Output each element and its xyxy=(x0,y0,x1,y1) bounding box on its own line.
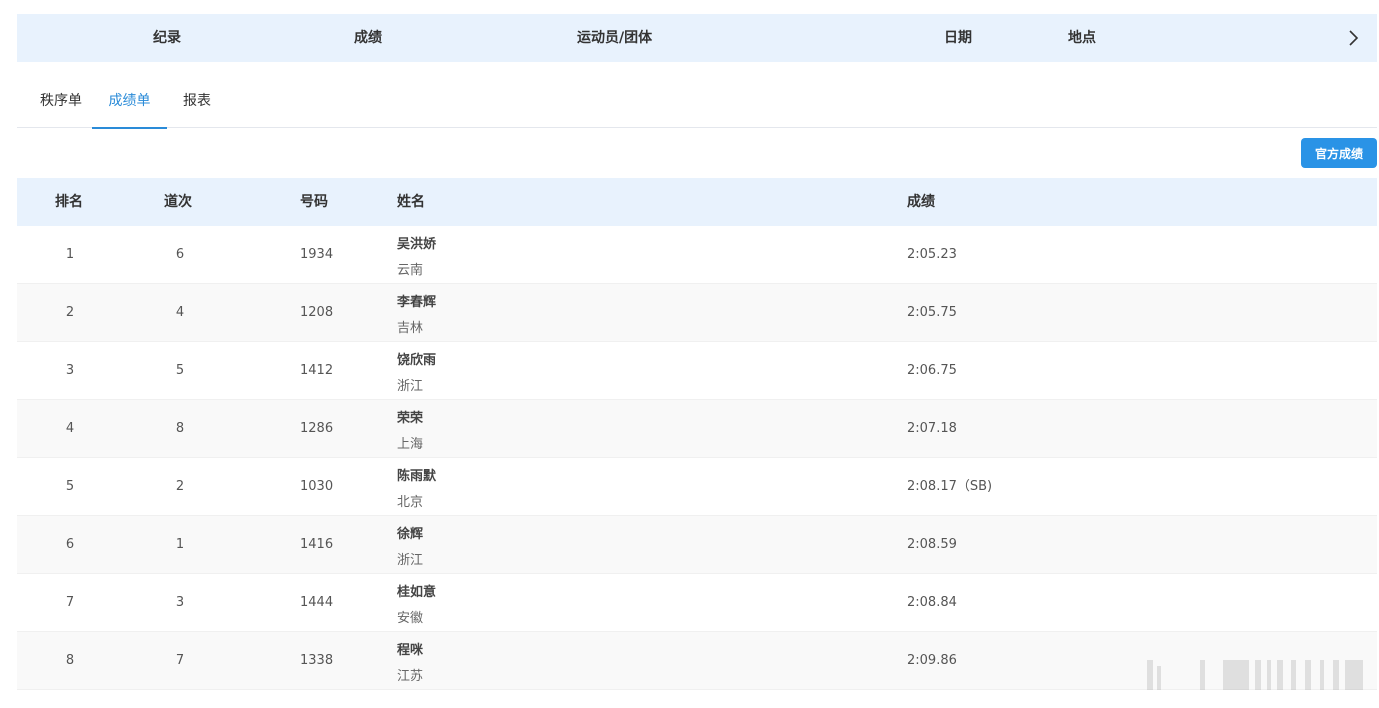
bib-cell: 1208 xyxy=(300,305,334,320)
header-result: 成绩 xyxy=(907,194,935,210)
tab-bar: 秩序单 成绩单 报表 xyxy=(17,80,1377,129)
bib-cell: 1030 xyxy=(300,479,334,494)
results-table-header: 排名 道次 号码 姓名 成绩 xyxy=(17,178,1377,226)
rank-cell: 6 xyxy=(65,537,75,552)
header-rank: 排名 xyxy=(55,194,83,210)
athlete-name: 陈雨默 xyxy=(397,469,437,484)
table-row: 6 1 1416 徐辉浙江 2:08.59 xyxy=(17,516,1377,574)
table-row: 1 6 1934 吴洪娇云南 2:05.23 xyxy=(17,226,1377,284)
result-cell: 2:05.23 xyxy=(907,247,957,262)
result-cell: 2:06.75 xyxy=(907,363,957,378)
records-col-venue: 地点 xyxy=(1068,30,1096,46)
tab-report[interactable]: 报表 xyxy=(177,80,217,128)
athlete-team: 安徽 xyxy=(397,611,424,626)
lane-cell: 4 xyxy=(175,305,185,320)
chevron-right-icon[interactable] xyxy=(1343,28,1363,48)
athlete-name: 荣荣 xyxy=(397,411,424,426)
table-row: 2 4 1208 李春辉吉林 2:05.75 xyxy=(17,284,1377,342)
rank-cell: 7 xyxy=(65,595,75,610)
lane-cell: 2 xyxy=(175,479,185,494)
athlete-team: 吉林 xyxy=(397,321,424,336)
athlete-name: 程咪 xyxy=(397,643,424,658)
result-cell: 2:08.59 xyxy=(907,537,957,552)
rank-cell: 3 xyxy=(65,363,75,378)
bib-cell: 1338 xyxy=(300,653,334,668)
rank-cell: 5 xyxy=(65,479,75,494)
result-cell: 2:08.84 xyxy=(907,595,957,610)
results-table: 排名 道次 号码 姓名 成绩 1 6 1934 吴洪娇云南 2:05.23 2 4 1208 李… xyxy=(17,178,1377,690)
bib-cell: 1934 xyxy=(300,247,334,262)
athlete-team: 浙江 xyxy=(397,379,424,394)
athlete-name: 李春辉 xyxy=(397,295,437,310)
athlete-team: 浙江 xyxy=(397,553,424,568)
result-cell: 2:07.18 xyxy=(907,421,957,436)
rank-cell: 4 xyxy=(65,421,75,436)
official-results-button[interactable]: 官方成绩 xyxy=(1301,138,1377,168)
records-col-record: 纪录 xyxy=(153,30,181,46)
lane-cell: 7 xyxy=(175,653,185,668)
tab-result-list[interactable]: 成绩单 xyxy=(92,80,167,129)
rank-cell: 2 xyxy=(65,305,75,320)
lane-cell: 3 xyxy=(175,595,185,610)
records-header-bar: 纪录 成绩 运动员/团体 日期 地点 xyxy=(17,14,1377,62)
tab-order-list[interactable]: 秩序单 xyxy=(31,80,91,128)
athlete-name: 桂如意 xyxy=(397,585,437,600)
table-row: 7 3 1444 桂如意安徽 2:08.84 xyxy=(17,574,1377,632)
results-table-body: 1 6 1934 吴洪娇 云南 2:05.23 2 4 1208 李春辉 吉林 2:05.75 3 5 14… xyxy=(17,226,1377,690)
bib-cell: 1444 xyxy=(300,595,334,610)
result-cell: 2:08.17（SB) xyxy=(907,479,993,494)
watermark-logo xyxy=(1145,656,1367,692)
athlete-team: 云南 xyxy=(397,263,424,278)
rank-cell: 8 xyxy=(65,653,75,668)
lane-cell: 8 xyxy=(175,421,185,436)
athlete-team: 江苏 xyxy=(397,669,424,684)
table-row: 4 8 1286 荣荣上海 2:07.18 xyxy=(17,400,1377,458)
athlete-team: 上海 xyxy=(397,437,424,452)
rank-cell: 1 xyxy=(65,247,75,262)
table-row: 5 2 1030 陈雨默北京 2:08.17（SB) xyxy=(17,458,1377,516)
lane-cell: 5 xyxy=(175,363,185,378)
athlete-name: 饶欣雨 xyxy=(397,353,437,368)
result-cell: 2:05.75 xyxy=(907,305,957,320)
header-name: 姓名 xyxy=(397,194,425,210)
bib-cell: 1412 xyxy=(300,363,334,378)
athlete-team: 北京 xyxy=(397,495,424,510)
athlete-name: 徐辉 xyxy=(397,527,424,542)
table-row: 3 5 1412 饶欣雨浙江 2:06.75 xyxy=(17,342,1377,400)
header-bib: 号码 xyxy=(300,194,328,210)
header-lane: 道次 xyxy=(164,194,192,210)
result-cell: 2:09.86 xyxy=(907,653,957,668)
bib-cell: 1286 xyxy=(300,421,334,436)
records-col-date: 日期 xyxy=(944,30,972,46)
athlete-name: 吴洪娇 xyxy=(397,237,437,252)
records-col-athlete: 运动员/团体 xyxy=(577,30,653,46)
bib-cell: 1416 xyxy=(300,537,334,552)
records-col-result: 成绩 xyxy=(354,30,382,46)
lane-cell: 6 xyxy=(175,247,185,262)
lane-cell: 1 xyxy=(175,537,185,552)
